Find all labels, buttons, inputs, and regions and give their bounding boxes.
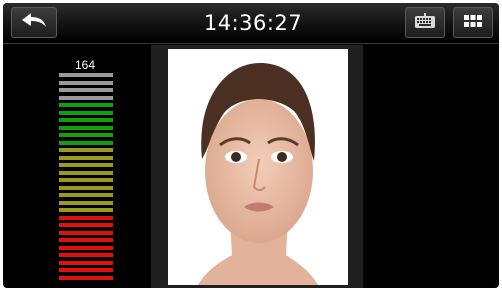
keyboard-icon <box>414 12 436 33</box>
grid-menu-icon <box>463 13 483 32</box>
meter-segment <box>59 118 113 122</box>
level-value: 164 <box>74 58 96 72</box>
meter-segment <box>59 260 113 265</box>
meter-segment <box>59 73 113 77</box>
meter-segment <box>59 215 113 220</box>
meter-segment <box>59 80 113 85</box>
meter-segment <box>59 230 113 235</box>
device-screen: 14:36:27 164 <box>3 3 499 288</box>
photo-frame <box>151 45 363 288</box>
meter-segment <box>59 238 113 242</box>
meter-segment <box>59 223 113 227</box>
meter-segment <box>59 275 113 280</box>
meter-segment <box>59 178 113 182</box>
meter-segment <box>59 170 113 175</box>
clock-time: 14:36:27 <box>203 11 303 35</box>
meter-segment <box>59 133 113 137</box>
meter-segment <box>59 208 113 212</box>
meter-segment <box>59 185 113 190</box>
top-bar: 14:36:27 <box>3 3 499 44</box>
back-arrow-icon <box>20 11 48 35</box>
meter-segment <box>59 88 113 92</box>
face-photo <box>168 49 348 285</box>
back-button[interactable] <box>11 7 57 38</box>
meter-segment <box>59 110 113 115</box>
meter-segment <box>59 155 113 160</box>
meter-segment <box>59 268 113 272</box>
meter-segment <box>59 253 113 257</box>
meter-segment <box>59 163 113 167</box>
meter-segment <box>59 95 113 100</box>
meter-segment <box>59 103 113 107</box>
meter-segment <box>59 200 113 205</box>
menu-button[interactable] <box>453 7 493 38</box>
meter-segment <box>59 148 113 152</box>
meter-segment <box>59 140 113 145</box>
meter-segment <box>59 193 113 197</box>
meter-segment <box>59 245 113 250</box>
meter-segment <box>59 125 113 130</box>
keyboard-button[interactable] <box>405 7 445 38</box>
